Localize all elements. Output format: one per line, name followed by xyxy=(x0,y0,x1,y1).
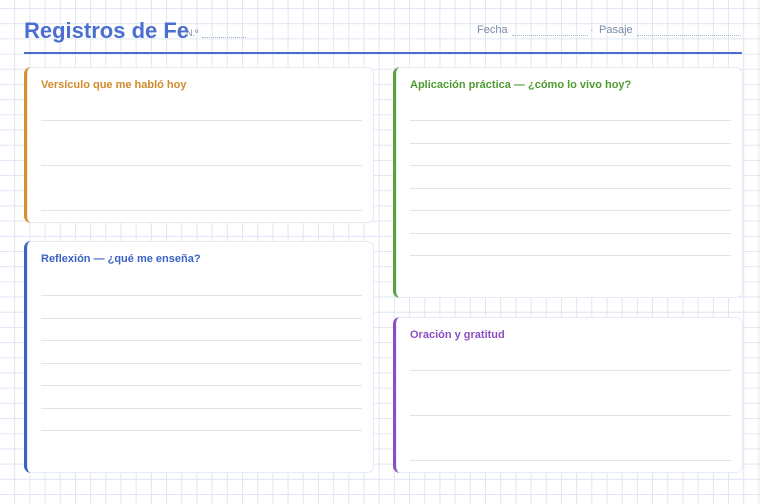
writing-line xyxy=(41,430,362,431)
date-label: Fecha xyxy=(477,24,508,36)
writing-line xyxy=(41,340,362,341)
passage-label: Pasaje xyxy=(599,24,633,36)
number-line xyxy=(202,29,247,38)
writing-line xyxy=(410,120,731,121)
writing-line xyxy=(41,408,362,409)
aplicacion-title: Aplicación práctica — ¿cómo lo vivo hoy? xyxy=(410,79,632,91)
versiculo-title: Versículo que me habló hoy xyxy=(41,79,187,91)
writing-line xyxy=(41,318,362,319)
writing-line xyxy=(410,233,731,234)
field-separator: · xyxy=(590,25,594,36)
writing-line xyxy=(41,165,362,166)
writing-line xyxy=(41,385,362,386)
page-title: Registros de Fe xyxy=(24,18,190,43)
aplicacion-card[interactable]: Aplicación práctica — ¿cómo lo vivo hoy? xyxy=(393,67,743,298)
versiculo-card[interactable]: Versículo que me habló hoy xyxy=(24,67,374,223)
writing-line xyxy=(41,120,362,121)
writing-line xyxy=(41,363,362,364)
writing-line xyxy=(410,415,731,416)
number-field[interactable]: N.º xyxy=(186,28,247,38)
reflexion-title: Reflexión — ¿qué me enseña? xyxy=(41,253,201,265)
oracion-card[interactable]: Oración y gratitud xyxy=(393,317,743,473)
writing-line xyxy=(410,460,731,461)
passage-field[interactable]: Pasaje xyxy=(599,24,741,36)
writing-line xyxy=(410,370,731,371)
passage-line xyxy=(636,27,741,36)
writing-line xyxy=(410,165,731,166)
writing-line xyxy=(410,143,731,144)
date-field[interactable]: Fecha xyxy=(477,24,588,36)
writing-line xyxy=(41,295,362,296)
writing-line xyxy=(410,210,731,211)
writing-line xyxy=(41,210,362,211)
page-header: Registros de Fe N.º Fecha · Pasaje xyxy=(24,16,742,54)
number-label: N.º xyxy=(186,28,199,38)
writing-line xyxy=(410,188,731,189)
writing-line xyxy=(410,255,731,256)
date-line xyxy=(511,27,588,36)
oracion-title: Oración y gratitud xyxy=(410,329,505,341)
reflexion-card[interactable]: Reflexión — ¿qué me enseña? xyxy=(24,241,374,473)
